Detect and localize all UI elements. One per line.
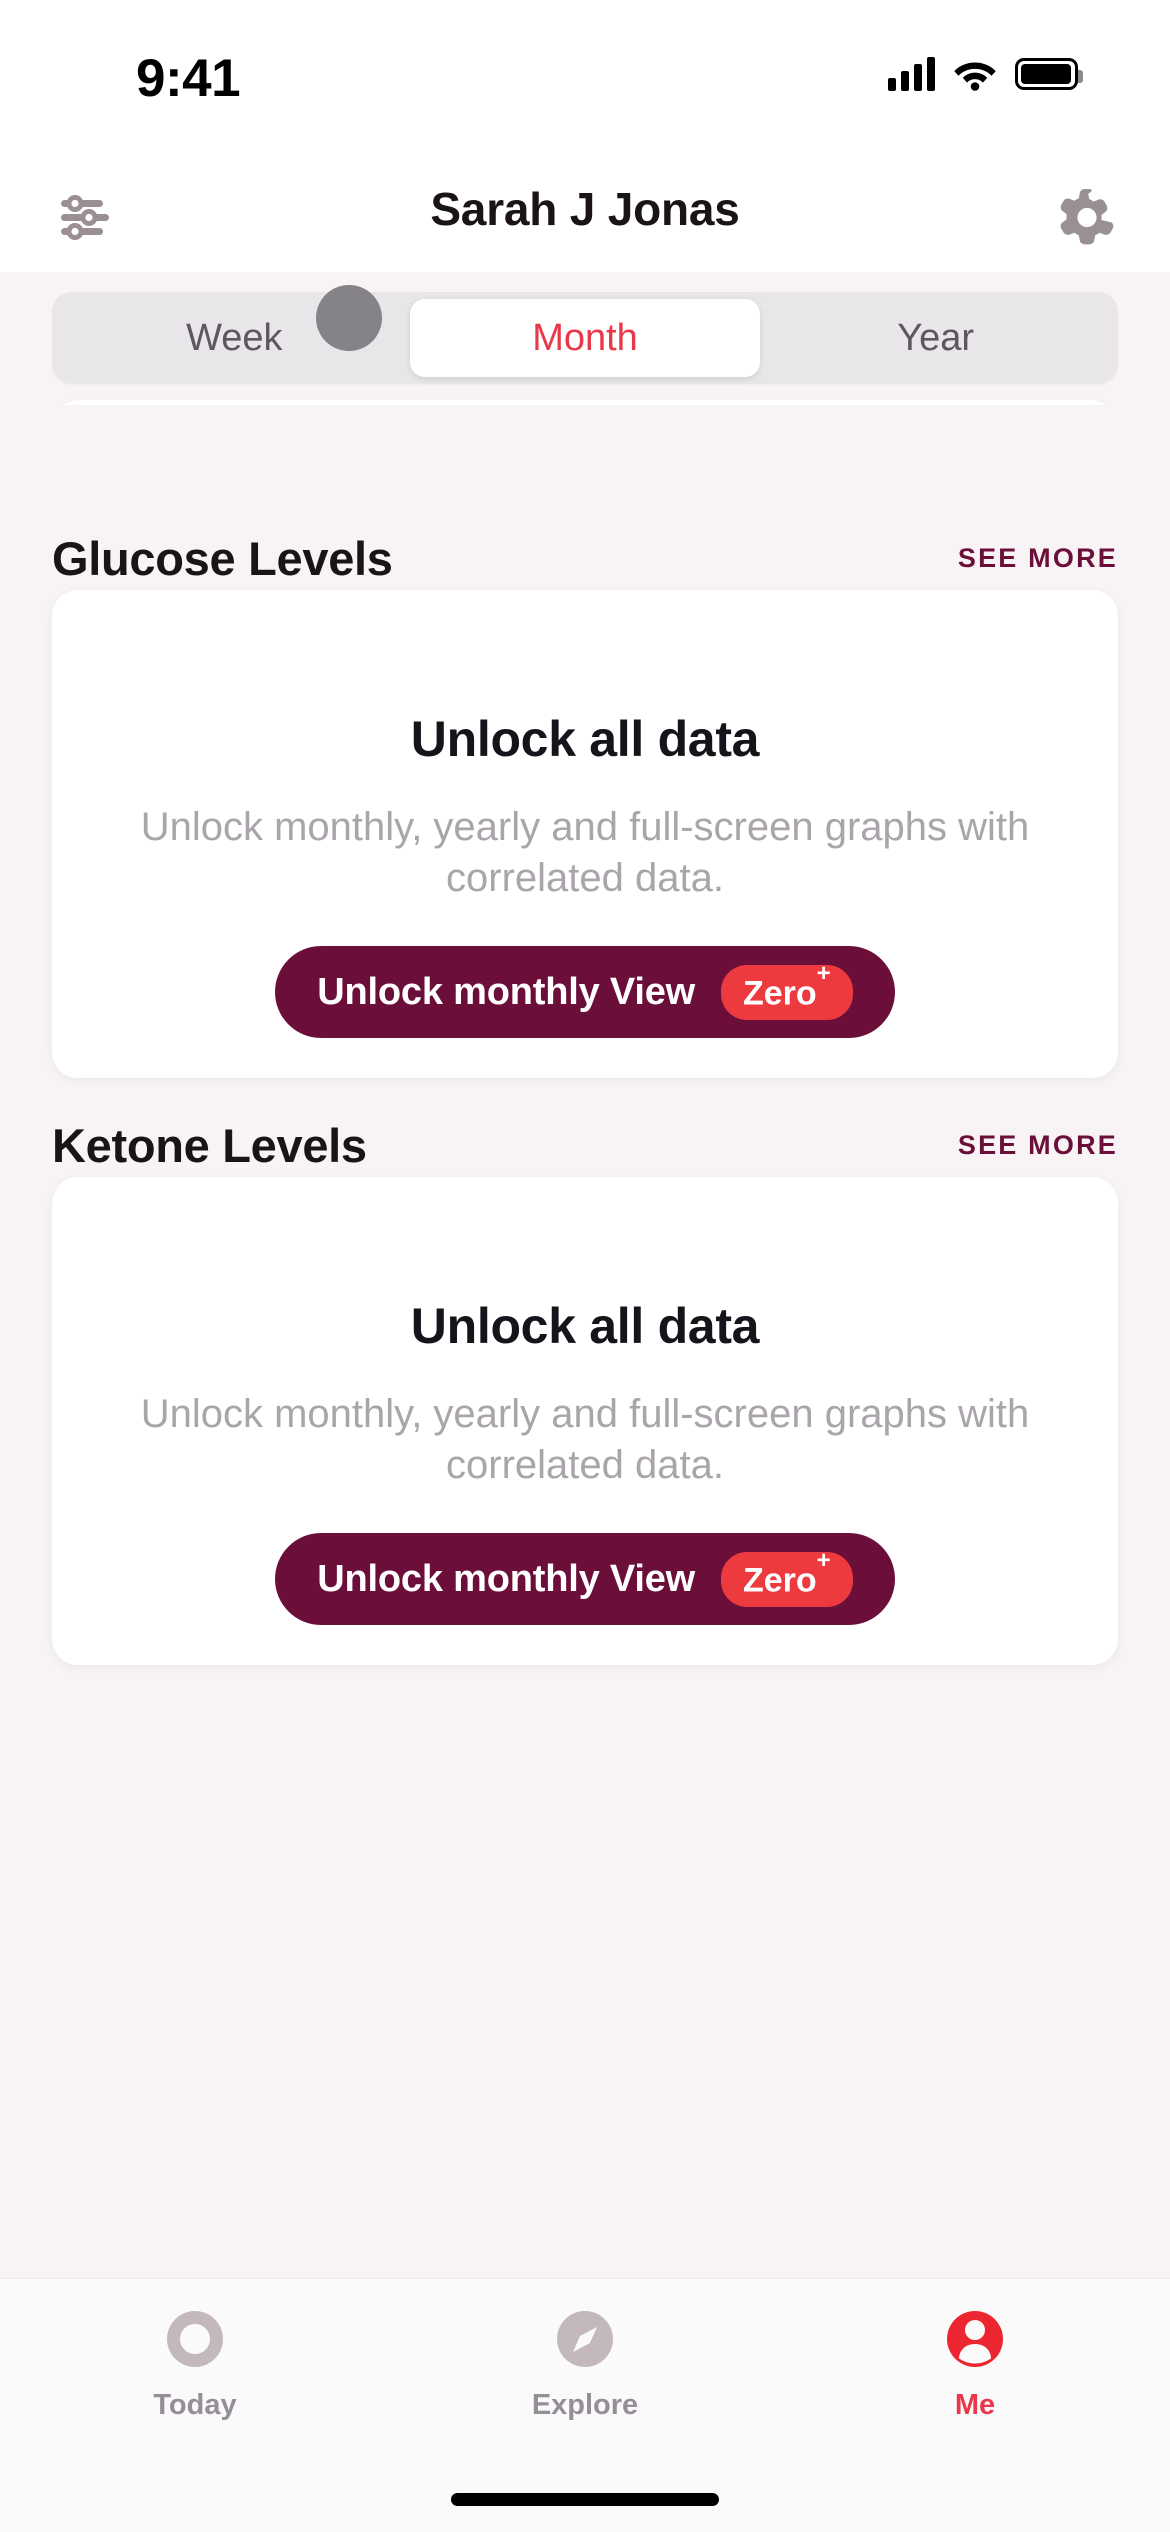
unlock-monthly-view-button-ketone[interactable]: Unlock monthly View Zero+: [275, 1533, 895, 1626]
see-more-glucose[interactable]: SEE MORE: [958, 543, 1118, 574]
glucose-unlock-card: Unlock all data Unlock monthly, yearly a…: [52, 590, 1118, 1078]
segment-month[interactable]: Month: [409, 299, 761, 377]
unlock-title-glucose: Unlock all data: [410, 711, 760, 767]
wifi-icon: [953, 57, 997, 91]
battery-full-icon: [1015, 58, 1083, 90]
home-indicator: [451, 2493, 719, 2506]
tab-explore[interactable]: Explore: [390, 2279, 780, 2469]
gear-icon[interactable]: [1052, 184, 1118, 250]
page-title: Sarah J Jonas: [430, 183, 740, 235]
zero-badge-label: Zero: [742, 1561, 817, 1600]
section-title-ketone: Ketone Levels: [52, 1118, 367, 1172]
status-bar-time: 9:41: [136, 49, 241, 108]
bottom-tab-bar: Today Explore Me: [0, 2278, 1170, 2532]
section-header-ketone: Ketone Levels SEE MORE: [52, 1115, 1118, 1175]
status-bar: 9:41: [0, 0, 1170, 160]
scroll-content[interactable]: Week Month Year Glucose Levels SEE MORE …: [0, 272, 1170, 2278]
navigation-bar: Sarah J Jonas: [0, 160, 1170, 272]
touch-pointer-dot: [316, 285, 382, 351]
status-bar-icons: [888, 50, 1083, 98]
tab-label-today: Today: [153, 2389, 237, 2421]
period-segmented-control[interactable]: Week Month Year: [52, 292, 1118, 384]
segment-year[interactable]: Year: [760, 299, 1111, 377]
see-more-ketone[interactable]: SEE MORE: [958, 1130, 1118, 1161]
unlock-button-label: Unlock monthly View: [317, 1557, 695, 1600]
unlock-title-ketone: Unlock all data: [410, 1298, 760, 1354]
unlock-monthly-view-button-glucose[interactable]: Unlock monthly View Zero+: [275, 946, 895, 1039]
tab-me[interactable]: Me: [780, 2279, 1170, 2469]
unlock-subtitle-ketone: Unlock monthly, yearly and full-screen g…: [140, 1392, 1030, 1488]
section-title-glucose: Glucose Levels: [52, 531, 393, 585]
cellular-signal-icon: [888, 57, 935, 91]
phone-screen: 9:41 Sarah J Jonas Week Month Year Gluco…: [0, 0, 1170, 2532]
tab-label-explore: Explore: [531, 2389, 639, 2421]
zero-badge-plus: +: [816, 959, 831, 987]
ketone-unlock-card: Unlock all data Unlock monthly, yearly a…: [52, 1177, 1118, 1665]
zero-plus-badge: Zero+: [720, 961, 853, 1021]
compass-icon: [549, 2303, 621, 2375]
person-avatar-icon: [939, 2303, 1011, 2375]
ring-circle-icon: [159, 2303, 231, 2375]
unlock-subtitle-glucose: Unlock monthly, yearly and full-screen g…: [140, 805, 1030, 901]
tab-label-me: Me: [954, 2389, 996, 2421]
zero-badge-label: Zero: [742, 974, 817, 1013]
tab-today[interactable]: Today: [0, 2279, 390, 2469]
unlock-button-label: Unlock monthly View: [317, 970, 695, 1013]
section-header-glucose: Glucose Levels SEE MORE: [52, 528, 1118, 588]
scroll-mask: [0, 405, 1170, 525]
zero-plus-badge: Zero+: [720, 1548, 853, 1608]
zero-badge-plus: +: [816, 1546, 831, 1574]
